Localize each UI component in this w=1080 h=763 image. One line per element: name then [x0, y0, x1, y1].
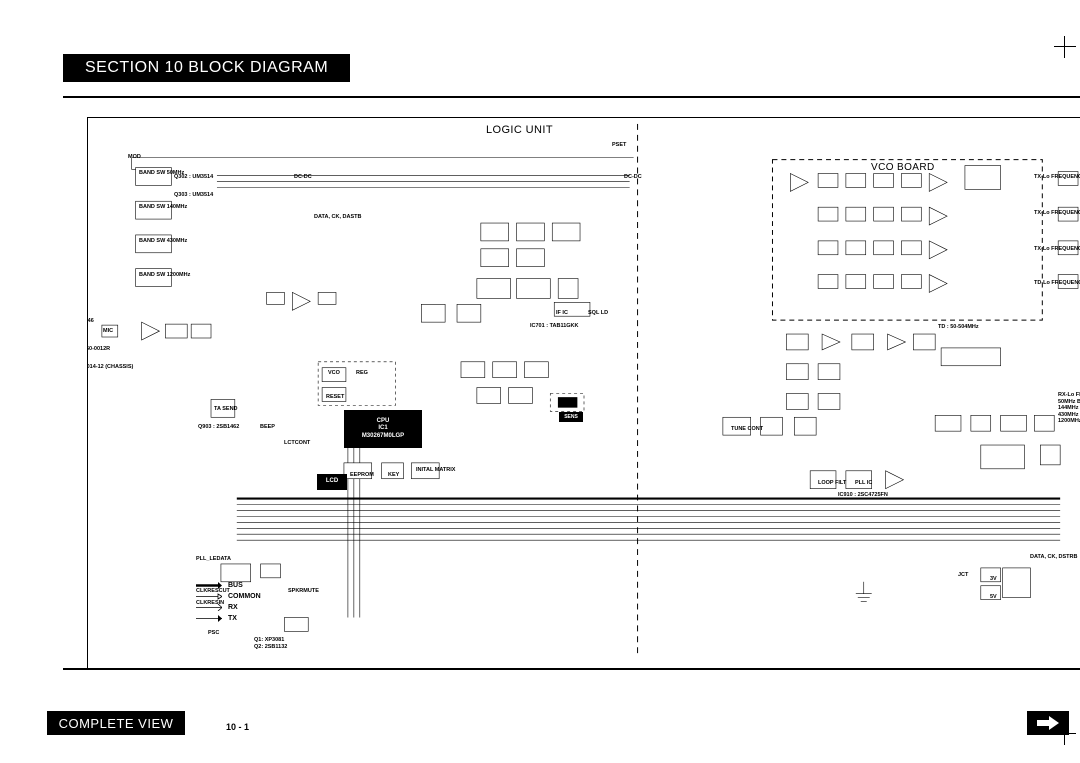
tiny-mc1: MC1 : EM-146 [87, 318, 94, 324]
tiny-q302: Q302 : UM3514 [174, 174, 213, 180]
tiny-loop: LOOP FILT [818, 480, 846, 486]
tiny-lcdcont: LCTCONT [284, 440, 310, 446]
tiny-spkrmute: SPKRMUTE [288, 588, 319, 594]
tiny-tdlo50: TD-Lo FREQUENCY: 50MHz BAND [1034, 280, 1080, 286]
tiny-pllle: PLL_LEDATA [196, 556, 231, 562]
tiny-rxlo-1200: 1200MHz BAND [1058, 418, 1080, 424]
next-page-button[interactable] [1027, 711, 1069, 735]
arrow-right-icon [1037, 716, 1059, 730]
legend-common: COMMON [228, 591, 261, 602]
tiny-bandsw1200: BAND SW 1200MHz [139, 272, 190, 278]
tiny-ic701: IC701 : TAB11GKK [530, 323, 579, 329]
tiny-psc: PSC [208, 630, 219, 636]
tiny-dcdc2: DC-DC [624, 174, 642, 180]
legend-common-row: COMMON [196, 591, 261, 602]
tiny-datackdstrb: DATA, CK, DSTRB [1030, 554, 1077, 560]
tiny-ic910: IC910 : 2SC4725FN [838, 492, 888, 498]
tiny-txlo430: TX-Lo FREQUENCY: 430MHz BAND [1034, 210, 1080, 216]
tiny-q903: Q903 : 2SB1462 [198, 424, 239, 430]
tiny-txlo1200: TX-Lo FREQUENCY: 1,000MHz BAND [1034, 174, 1080, 180]
tiny-pllic: PLL IC [855, 480, 872, 486]
legend-tx-row: TX [196, 613, 261, 624]
tiny-beep: BEEP [260, 424, 275, 430]
tiny-key: KEY [388, 472, 399, 478]
legend-rx-row: RX [196, 602, 261, 613]
tiny-rxlo-144: 144MHz BAND [1058, 405, 1080, 411]
legend-tx: TX [228, 613, 237, 624]
tiny-reg: REG [356, 370, 368, 376]
tiny-reset: RESET [326, 394, 344, 400]
tiny-q1xp: Q1: XP3081 [254, 637, 284, 643]
legend-bus: BUS [228, 580, 243, 591]
tiny-rxlo-50: 50MHz BAND [1058, 399, 1080, 405]
tiny-ta-send: TA SEND [214, 406, 238, 412]
legend-rx: RX [228, 602, 238, 613]
tiny-bandsw430: BAND SW 430MHz [139, 238, 187, 244]
legend-bus-row: BUS [196, 580, 261, 591]
tiny-3v: 3V [990, 576, 997, 582]
section-title: SECTION 10 BLOCK DIAGRAM [63, 54, 350, 82]
tiny-mod: MOD [128, 154, 141, 160]
diagram-frame: LOGIC UNIT RF UNIT VCO BOARD [63, 96, 1080, 670]
tiny-rxlo-430: 430MHz BAND [1058, 412, 1080, 418]
tiny-q22sb: Q2: 2SB1132 [254, 644, 287, 650]
tiny-mic: MIC [103, 328, 113, 334]
tiny-dcdc: DC-DC [294, 174, 312, 180]
tiny-imx: INITAL MATRIX [416, 468, 455, 474]
tiny-jct: JCT [958, 572, 968, 578]
tiny-q303: Q303 : UM3514 [174, 192, 213, 198]
cpu-block: CPU IC1 M30267M0LGP [344, 410, 422, 448]
tiny-dsjpm: DS : JPM1860-0012R [87, 346, 110, 352]
tiny-rxlo: RX-Lo FREQUENCY: 50MHz BAND 144MHz BAND … [1058, 392, 1080, 425]
cpu-line3: M30267M0LGP [362, 433, 404, 441]
cpu-line2: IC1 [378, 425, 387, 433]
complete-view-tab[interactable]: COMPLETE VIEW [47, 711, 185, 735]
tiny-5v: 5V [990, 594, 997, 600]
tiny-rxlo-t: RX-Lo FREQUENCY: [1058, 392, 1080, 398]
tiny-eeprom: EEPROM [350, 472, 374, 478]
tiny-tune: TUNE CONT [731, 426, 763, 432]
tiny-txlo144: TX-Lo FREQUENCY: 144MHz BAND [1034, 246, 1080, 252]
crop-mark-tr [1054, 36, 1076, 58]
cpu-line1: CPU [377, 418, 390, 426]
legend: BUS COMMON RX TX [196, 580, 261, 624]
tiny-sqlld: SQL LD [588, 310, 608, 316]
tiny-datackdastb: DATA, CK, DASTB [314, 214, 361, 220]
diagram-inner: LOGIC UNIT RF UNIT VCO BOARD [87, 117, 1080, 668]
sens-block: SENS [559, 412, 583, 422]
tiny-td5050: TD : 50-504MHz [938, 324, 979, 330]
tiny-vco: VCO [328, 370, 340, 376]
page-number: 10 - 1 [226, 722, 249, 732]
tiny-pset: PSET [612, 142, 626, 148]
tiny-sp1: SP1: C043S014-12 (CHASSIS) [87, 364, 133, 370]
lcd-block: LCD [317, 474, 347, 490]
tiny-ific: IF IC [556, 310, 568, 316]
tiny-bandsw140: BAND SW 140MHz [139, 204, 187, 210]
